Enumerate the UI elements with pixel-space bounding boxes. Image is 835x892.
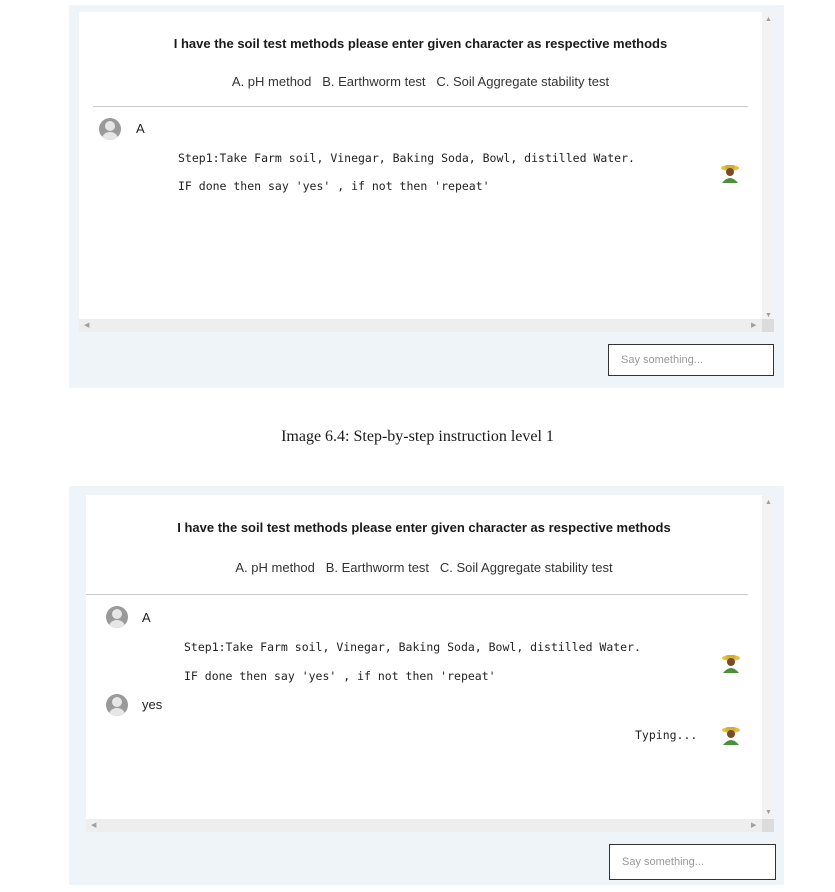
chevron-down-icon[interactable]: ▼ xyxy=(765,809,772,817)
message-input[interactable] xyxy=(609,844,776,880)
chevron-left-icon[interactable]: ◀ xyxy=(91,822,96,830)
vertical-scrollbar-track[interactable]: ▲ ▼ xyxy=(762,12,774,325)
figure-caption: Image 6.4: Step-by-step instruction leve… xyxy=(281,428,554,445)
user-avatar-icon xyxy=(106,694,128,716)
typing-indicator: Typing... xyxy=(635,728,698,742)
chevron-up-icon[interactable]: ▲ xyxy=(765,16,772,24)
chat-panel-level-1-reply: I have the soil test methods please ente… xyxy=(69,486,784,885)
user-message: A xyxy=(136,121,145,136)
method-options: A. pH method B. Earthworm test C. Soil A… xyxy=(235,560,613,575)
page: I have the soil test methods please ente… xyxy=(0,0,835,892)
horizontal-scrollbar-track[interactable]: ◀ ▶ xyxy=(79,319,762,332)
chat-window: I have the soil test methods please ente… xyxy=(86,495,762,822)
header-divider xyxy=(86,594,748,595)
chevron-right-icon[interactable]: ▶ xyxy=(751,822,756,830)
farmer-icon xyxy=(721,165,739,183)
header-divider xyxy=(93,106,748,107)
chat-window: I have the soil test methods please ente… xyxy=(79,12,762,325)
chat-header-title: I have the soil test methods please ente… xyxy=(177,520,671,535)
farmer-icon xyxy=(722,727,740,745)
method-options: A. pH method B. Earthworm test C. Soil A… xyxy=(231,74,610,89)
bot-message-line: Step1:Take Farm soil, Vinegar, Baking So… xyxy=(178,151,635,165)
user-avatar-icon xyxy=(106,606,128,628)
vertical-scrollbar-track[interactable]: ▲ ▼ xyxy=(762,495,774,822)
horizontal-scrollbar-track[interactable]: ◀ ▶ xyxy=(86,819,762,832)
scrollbar-corner xyxy=(762,819,774,832)
bot-message-line: IF done then say 'yes' , if not then 're… xyxy=(178,179,490,193)
scrollbar-corner xyxy=(762,319,774,332)
message-input[interactable] xyxy=(608,344,774,376)
user-avatar-icon xyxy=(99,118,121,140)
user-message: yes xyxy=(142,697,163,712)
farmer-icon xyxy=(722,655,740,673)
chevron-up-icon[interactable]: ▲ xyxy=(765,499,772,507)
chat-header-title: I have the soil test methods please ente… xyxy=(173,36,668,51)
chevron-left-icon[interactable]: ◀ xyxy=(84,322,89,330)
bot-message-line: Step1:Take Farm soil, Vinegar, Baking So… xyxy=(184,640,641,654)
user-message: A xyxy=(142,610,151,625)
chevron-right-icon[interactable]: ▶ xyxy=(751,322,756,330)
chat-panel-level-1: I have the soil test methods please ente… xyxy=(69,5,784,388)
bot-message-line: IF done then say 'yes' , if not then 're… xyxy=(184,669,496,683)
